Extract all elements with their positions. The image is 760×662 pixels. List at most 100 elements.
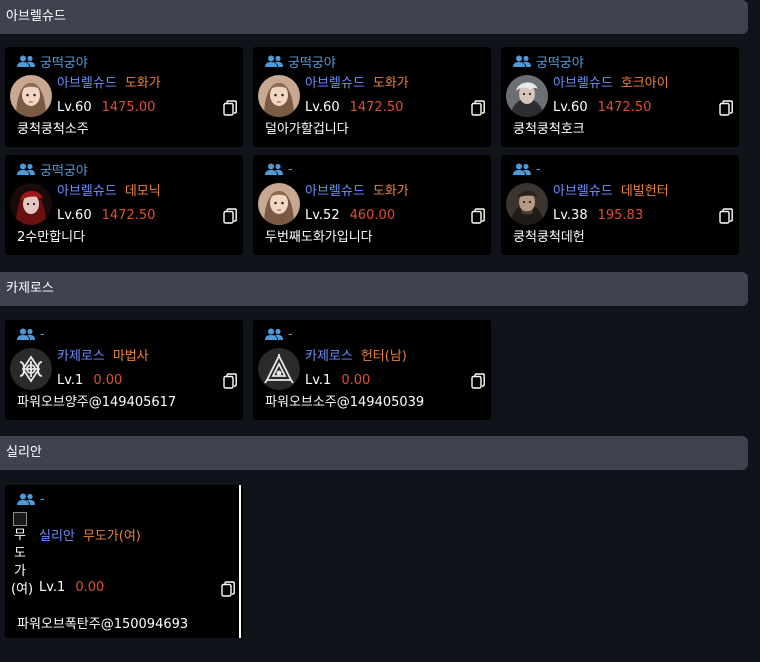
copy-icon[interactable] [221,581,235,597]
server-name: 카제로스 [305,349,353,364]
item-level: 0.00 [75,580,105,595]
guild-name: - [536,161,541,177]
character-level: Lv.60 [305,100,340,115]
section-header-kazeros: 카제로스 [0,272,748,306]
class-name: 무도가(여) [82,529,141,544]
character-card[interactable]: 궁떡궁야 아브렐슈드 데모닉 Lv.60 1472.50 2수만합니다 [5,155,243,255]
server-name: 아브렐슈드 [553,184,613,199]
server-name: 카제로스 [57,349,105,364]
item-level: 1472.50 [597,100,652,115]
image-alt-text: 도 [14,546,26,561]
copy-icon[interactable] [719,100,733,116]
character-name: 파워오브양주@149405617 [17,395,177,410]
guild-name: 궁떡궁야 [40,163,88,179]
class-name: 도화가 [124,76,161,91]
copy-icon[interactable] [471,373,485,389]
character-name: 파워오브폭탄주@150094693 [17,617,189,632]
character-level: Lv.1 [39,580,66,595]
character-level: Lv.52 [305,208,340,223]
character-card[interactable]: 궁떡궁야 아브렐슈드 호크아이 Lv.60 1472.50 쿵척쿵척호크 [501,47,739,147]
section-title: 아브렐슈드 [6,9,66,24]
server-name: 실리안 [39,529,75,544]
guild-name: - [288,161,293,177]
character-level: Lv.60 [57,208,92,223]
guild-name: 궁떡궁야 [288,55,336,71]
section-title: 카제로스 [6,281,54,296]
copy-icon[interactable] [223,100,237,116]
character-level: Lv.60 [57,100,92,115]
character-name: 쿵척쿵척호크 [513,122,585,137]
server-name: 아브렐슈드 [305,76,365,91]
copy-icon[interactable] [719,208,733,224]
class-name: 도화가 [372,184,409,199]
section-header-abrelshud: 아브렐슈드 [0,0,748,34]
item-level: 460.00 [349,208,396,223]
class-name: 헌터(남) [360,349,407,364]
image-alt-text: (여) [11,582,34,597]
image-alt-text: 가 [14,564,26,579]
scrollbar[interactable] [239,485,241,638]
broken-image-icon: 무 도 가 (여) [11,512,34,599]
guild-name: - [40,326,45,342]
people-icon [17,493,35,505]
guild-name: - [40,491,45,507]
people-icon [265,328,283,340]
people-icon [17,55,35,67]
class-name: 데빌헌터 [620,184,669,199]
section-title: 실리안 [6,445,42,460]
copy-icon[interactable] [471,208,485,224]
artist-female-avatar [258,183,300,225]
character-name: 쿵척쿵척소주 [17,122,89,137]
character-level: Lv.1 [305,373,332,388]
people-icon [17,163,35,175]
class-name: 호크아이 [620,76,669,91]
server-name: 아브렐슈드 [57,76,117,91]
character-card[interactable]: 궁떡궁야 아브렐슈드 도화가 Lv.60 1475.00 쿵척쿵척소주 [5,47,243,147]
guild-name: 궁떡궁야 [536,55,584,71]
people-icon [513,55,531,67]
mage-emblem [10,348,52,390]
devil-hunter-avatar [506,183,548,225]
character-card[interactable]: - 무 도 가 (여) 실리안 무도가(여) Lv.1 0.00 파워오브폭탄주@1… [5,485,243,638]
character-level: Lv.1 [57,373,84,388]
artist-female-avatar [258,75,300,117]
character-card[interactable]: - 카제로스 헌터(남) Lv.1 0.00 파워오브소주@149405039 [253,320,491,420]
item-level: 1475.00 [101,100,156,115]
image-alt-text: 무 [14,528,26,543]
copy-icon[interactable] [223,373,237,389]
server-name: 아브렐슈드 [305,184,365,199]
guild-name: 궁떡궁야 [40,55,88,71]
character-card[interactable]: 궁떡궁야 아브렐슈드 도화가 Lv.60 1472.50 덜아가할겁니다 [253,47,491,147]
class-name: 도화가 [372,76,409,91]
server-name: 아브렐슈드 [57,184,117,199]
item-level: 1472.50 [101,208,156,223]
hawkeye-male-avatar [506,75,548,117]
people-icon [265,163,283,175]
copy-icon[interactable] [471,100,485,116]
class-name: 데모닉 [124,184,161,199]
character-card[interactable]: - 아브렐슈드 도화가 Lv.52 460.00 두번째도화가입니다 [253,155,491,255]
people-icon [17,328,35,340]
people-icon [513,163,531,175]
character-card[interactable]: - 카제로스 마법사 Lv.1 0.00 파워오브양주@149405617 [5,320,243,420]
server-name: 아브렐슈드 [553,76,613,91]
character-level: Lv.60 [553,100,588,115]
hunter-emblem [258,348,300,390]
class-name: 마법사 [112,349,149,364]
section-header-silian: 실리안 [0,436,748,470]
item-level: 1472.50 [349,100,404,115]
copy-icon[interactable] [223,208,237,224]
character-name: 두번째도화가입니다 [265,230,373,245]
guild-name: - [288,326,293,342]
artist-female-avatar [10,75,52,117]
character-name: 2수만합니다 [17,230,86,245]
people-icon [265,55,283,67]
item-level: 0.00 [341,373,371,388]
character-name: 덜아가할겁니다 [265,122,349,137]
character-name: 쿵척쿵척데헌 [513,230,585,245]
demonic-avatar [10,183,52,225]
character-level: Lv.38 [553,208,588,223]
item-level: 0.00 [93,373,123,388]
character-name: 파워오브소주@149405039 [265,395,425,410]
character-card[interactable]: - 아브렐슈드 데빌헌터 Lv.38 195.83 쿵척쿵척데헌 [501,155,739,255]
